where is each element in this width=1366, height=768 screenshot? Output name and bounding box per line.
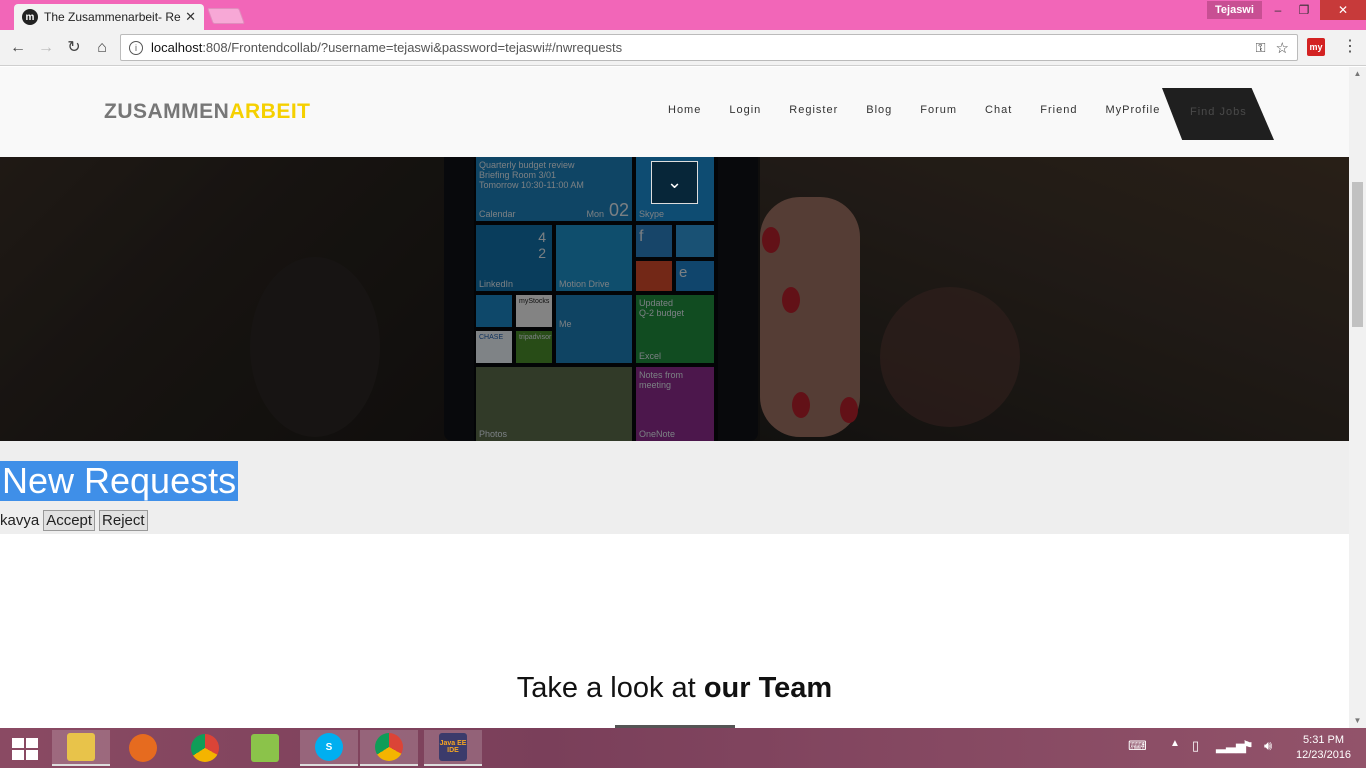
firefox-taskbar-button[interactable] — [114, 730, 172, 766]
system-clock[interactable]: 5:31 PM 12/23/2016 — [1296, 733, 1351, 763]
close-window-button[interactable]: ✕ — [1320, 0, 1366, 20]
power-icon[interactable]: ▯ — [1192, 738, 1199, 754]
profile-button[interactable]: Tejaswi — [1207, 1, 1262, 19]
nav-forum[interactable]: Forum — [920, 104, 957, 116]
browser-tab[interactable]: m The Zusammenarbeit- Re ✕ — [14, 4, 204, 30]
file-explorer-taskbar-button[interactable] — [52, 730, 110, 766]
site-logo[interactable]: ZUSAMMENARBEIT — [104, 100, 311, 124]
requests-heading: New Requests — [0, 460, 239, 501]
explorer-icon — [67, 733, 95, 761]
chrome-icon — [375, 733, 403, 761]
show-hidden-icons-icon[interactable]: ▲ — [1170, 738, 1180, 749]
minimize-button[interactable]: – — [1264, 0, 1292, 20]
key-icon[interactable]: ⚿ — [1256, 40, 1266, 56]
new-requests-section: New Requests kavya Accept Reject — [0, 441, 1349, 534]
find-jobs-button[interactable]: Find Jobs — [1162, 88, 1274, 140]
accept-button[interactable]: Accept — [43, 510, 96, 531]
firefox-icon — [129, 734, 157, 762]
windows-taskbar: S Java EE IDE ⌨ ▲ ▯ ▂▃▅ ⚑ 🔊︎ 5:31 PM 12/… — [0, 728, 1366, 768]
action-center-flag-icon[interactable]: ⚑ — [1242, 738, 1254, 754]
notepad-icon — [251, 734, 279, 762]
browser-toolbar: ← → ↻ ⌂ i localhost:808/Frontendcollab/?… — [0, 30, 1366, 66]
nav-friend[interactable]: Friend — [1040, 104, 1077, 116]
new-tab-button[interactable] — [207, 8, 245, 24]
site-info-icon[interactable]: i — [129, 40, 143, 55]
page-viewport: ZUSAMMENARBEIT Home Login Register Blog … — [0, 67, 1349, 728]
address-bar[interactable]: i localhost:808/Frontendcollab/?username… — [120, 34, 1298, 61]
page-scrollbar[interactable]: ▲ ▼ — [1349, 67, 1366, 728]
site-favicon-icon: m — [22, 9, 38, 25]
notepadpp-taskbar-button[interactable] — [236, 730, 294, 766]
chevron-down-icon[interactable]: ⌄ — [651, 161, 698, 204]
volume-icon[interactable]: 🔊︎ — [1264, 738, 1272, 754]
nav-links: Home Login Register Blog Forum Chat Frie… — [654, 104, 1174, 116]
scrollbar-thumb[interactable] — [1352, 182, 1363, 327]
nav-blog[interactable]: Blog — [866, 104, 892, 116]
request-row: kavya Accept Reject — [0, 510, 148, 531]
tab-title: The Zusammenarbeit- Re — [44, 10, 181, 24]
windows-start-icon[interactable] — [12, 738, 38, 760]
scroll-up-icon[interactable]: ▲ — [1349, 67, 1366, 81]
tab-close-icon[interactable]: ✕ — [185, 9, 196, 25]
nav-home[interactable]: Home — [668, 104, 701, 116]
reload-icon[interactable]: ↻ — [62, 36, 86, 60]
skype-taskbar-button[interactable]: S — [300, 730, 358, 766]
hero-banner: Quarterly budget review Briefing Room 3/… — [0, 157, 1349, 441]
home-icon[interactable]: ⌂ — [90, 36, 114, 60]
forward-arrow-icon[interactable]: → — [34, 36, 58, 60]
scroll-down-icon[interactable]: ▼ — [1349, 714, 1366, 728]
nav-login[interactable]: Login — [729, 104, 761, 116]
nav-myprofile[interactable]: MyProfile — [1105, 104, 1160, 116]
java-ee-ide-icon: Java EE IDE — [439, 733, 467, 761]
browser-menu-icon[interactable]: ⋮ — [1340, 36, 1360, 56]
extension-icon[interactable]: my — [1307, 38, 1325, 56]
nav-chat[interactable]: Chat — [985, 104, 1012, 116]
java-ide-taskbar-button[interactable]: Java EE IDE — [424, 730, 482, 766]
site-navbar: ZUSAMMENARBEIT Home Login Register Blog … — [0, 67, 1349, 157]
chrome-icon — [191, 734, 219, 762]
keyboard-icon[interactable]: ⌨ — [1128, 738, 1147, 754]
back-arrow-icon[interactable]: ← — [6, 36, 30, 60]
url-text: localhost:808/Frontendcollab/?username=t… — [151, 40, 623, 55]
chrome-active-taskbar-button[interactable] — [360, 730, 418, 766]
maximize-button[interactable]: ❐ — [1290, 0, 1318, 20]
team-heading: Take a look at our Team — [516, 672, 833, 704]
chrome-taskbar-button[interactable] — [176, 730, 234, 766]
bookmark-star-icon[interactable]: ☆ — [1276, 39, 1289, 57]
reject-button[interactable]: Reject — [99, 510, 148, 531]
requester-name: kavya — [0, 512, 40, 529]
skype-icon: S — [315, 733, 343, 761]
browser-titlebar: m The Zusammenarbeit- Re ✕ Tejaswi – ❐ ✕ — [0, 0, 1366, 30]
nav-register[interactable]: Register — [789, 104, 838, 116]
